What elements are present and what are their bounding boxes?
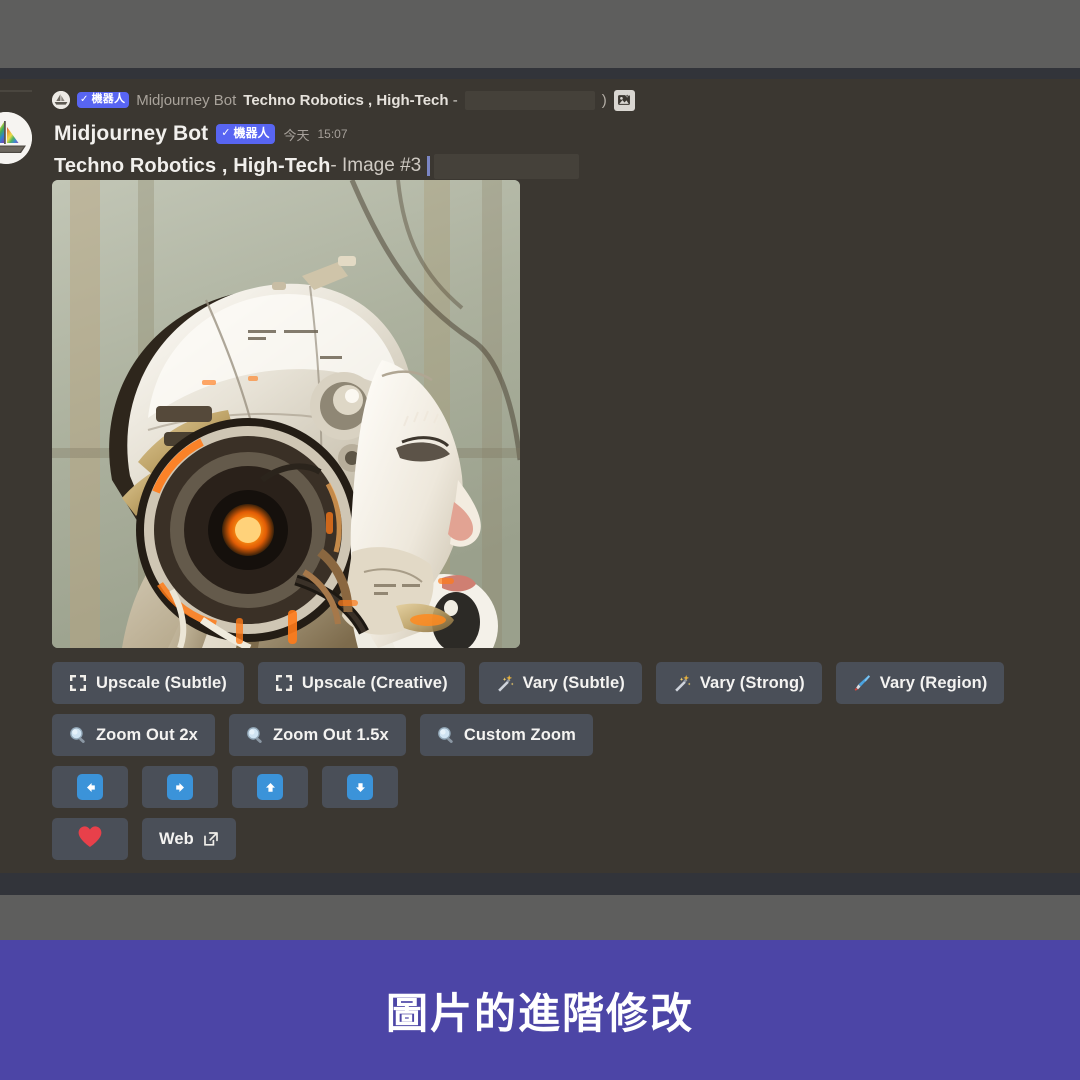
prompt-strong-text: Techno Robotics , High-Tech [54,155,330,178]
screenshot-root: ✓ 機器人 Midjourney Bot Techno Robotics , H… [0,0,1080,1080]
button-label: Vary (Subtle) [523,675,625,692]
button-label: Vary (Strong) [700,675,805,692]
reply-prompt-dash: - [453,92,458,109]
vary-region-button[interactable]: Vary (Region) [836,662,1005,704]
arrow-down-icon [347,774,373,800]
paintbrush-icon [853,674,871,692]
custom-zoom-button[interactable]: Custom Zoom [420,714,593,756]
button-label: Zoom Out 2x [96,727,198,744]
pan-row [52,766,1062,808]
message-prompt: Techno Robotics , High-Tech - Image #3 [54,153,579,179]
favorite-web-row: Web [52,818,1062,860]
button-label: Web [159,831,194,848]
reply-redacted-text [465,91,595,110]
prompt-rest-text: - Image #3 [330,155,421,177]
button-label: Vary (Region) [880,675,988,692]
reply-prompt-text: Techno Robotics , High-Tech - [243,92,457,109]
upscale-vary-row: Upscale (Subtle) Upscale (Creative) [52,662,1062,704]
button-label: Upscale (Subtle) [96,675,227,692]
bottom-frame-band [0,895,1080,940]
arrow-up-icon [257,774,283,800]
corners-expand-icon [69,674,87,692]
vary-strong-button[interactable]: Vary (Strong) [656,662,822,704]
reply-close-paren: ) [602,92,607,109]
upscale-subtle-button[interactable]: Upscale (Subtle) [52,662,244,704]
zoom-out-2x-button[interactable]: Zoom Out 2x [52,714,215,756]
top-divider-band [0,68,1080,79]
discord-message-panel: ✓ 機器人 Midjourney Bot Techno Robotics , H… [0,79,1080,873]
web-button[interactable]: Web [142,818,236,860]
bottom-divider-band [0,873,1080,895]
vary-subtle-button[interactable]: Vary (Subtle) [479,662,642,704]
badge-check-icon: ✓ [221,127,230,140]
upscale-creative-button[interactable]: Upscale (Creative) [258,662,465,704]
reply-prompt-strong: Techno Robotics , High-Tech [243,92,448,109]
generated-image[interactable] [52,180,520,648]
magic-wand-icon [496,674,514,692]
zoom-row: Zoom Out 2x Zoom Out 1.5x [52,714,1062,756]
favorite-button[interactable] [52,818,128,860]
magnifier-icon [246,726,264,744]
arrow-left-icon [77,774,103,800]
badge-check-icon: ✓ [80,95,89,105]
image-icon [614,90,635,111]
pan-left-button[interactable] [52,766,128,808]
reply-preview[interactable]: ✓ 機器人 Midjourney Bot Techno Robotics , H… [52,89,635,111]
heart-icon [77,825,103,853]
arrow-right-icon [167,774,193,800]
zoom-out-1-5x-button[interactable]: Zoom Out 1.5x [229,714,406,756]
external-link-icon [203,831,219,847]
magnifier-icon [69,726,87,744]
reply-author-name: Midjourney Bot [136,92,236,109]
badge-label: 機器人 [92,93,126,107]
prompt-redacted-text [434,154,579,179]
caption-text: 圖片的進階修改 [386,980,694,1041]
magic-wand-icon [673,674,691,692]
message-header: Midjourney Bot ✓ 機器人 今天 15:07 [54,121,348,147]
text-caret [427,156,430,176]
button-label: Upscale (Creative) [302,675,448,692]
caption-banner: 圖片的進階修改 [0,940,1080,1080]
badge-label: 機器人 [233,126,269,140]
button-label: Custom Zoom [464,727,576,744]
author-name[interactable]: Midjourney Bot [54,122,208,146]
top-frame-band [0,0,1080,68]
bot-badge: ✓ 機器人 [216,124,275,143]
timestamp-time: 15:07 [317,127,347,141]
magnifier-icon [437,726,455,744]
pan-right-button[interactable] [142,766,218,808]
reply-avatar [52,91,70,109]
timestamp-day: 今天 [283,125,309,144]
button-label: Zoom Out 1.5x [273,727,389,744]
pan-up-button[interactable] [232,766,308,808]
reply-bot-badge: ✓ 機器人 [77,92,129,109]
corners-expand-icon [275,674,293,692]
action-button-grid: Upscale (Subtle) Upscale (Creative) [52,662,1062,870]
author-avatar[interactable] [0,112,32,164]
pan-down-button[interactable] [322,766,398,808]
